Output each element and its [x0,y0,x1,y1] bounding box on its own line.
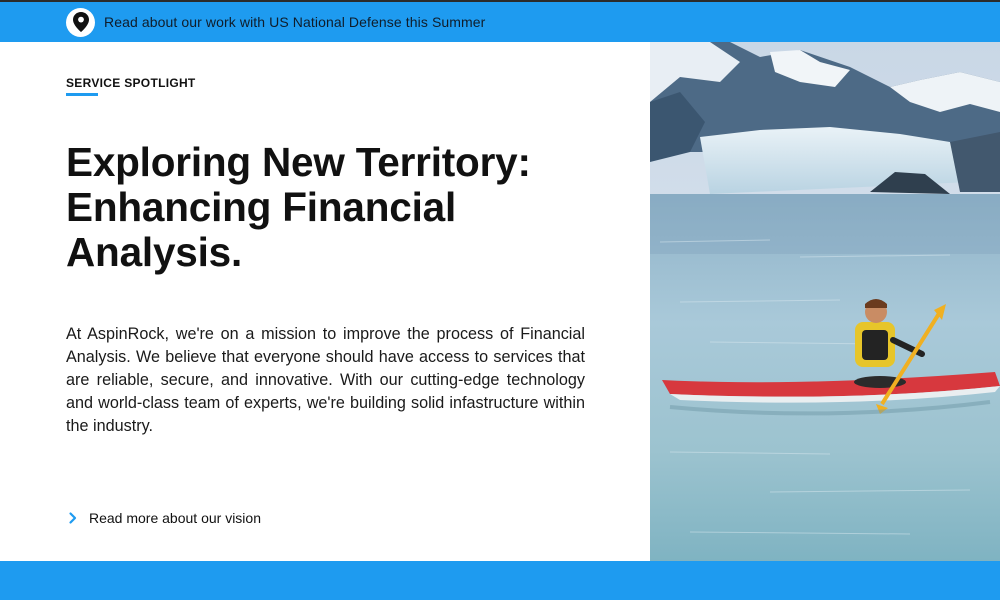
location-pin-icon [66,7,95,37]
service-spotlight-section: SERVICE SPOTLIGHT Exploring New Territor… [0,42,650,561]
read-more-vision-link[interactable]: Read more about our vision [66,510,261,526]
eyebrow-underline [66,93,98,96]
footer-band [0,561,1000,600]
chevron-right-icon [69,512,77,524]
hero-kayaker-image [650,42,1000,561]
page-title: Exploring New Territory: Enhancing Finan… [66,139,531,275]
intro-paragraph: At AspinRock, we're on a mission to impr… [66,325,585,435]
announcement-bar: Read about our work with US National Def… [0,2,1000,42]
announcement-link[interactable]: Read about our work with US National Def… [104,14,485,30]
read-more-label: Read more about our vision [89,510,261,526]
section-eyebrow: SERVICE SPOTLIGHT [66,76,196,90]
